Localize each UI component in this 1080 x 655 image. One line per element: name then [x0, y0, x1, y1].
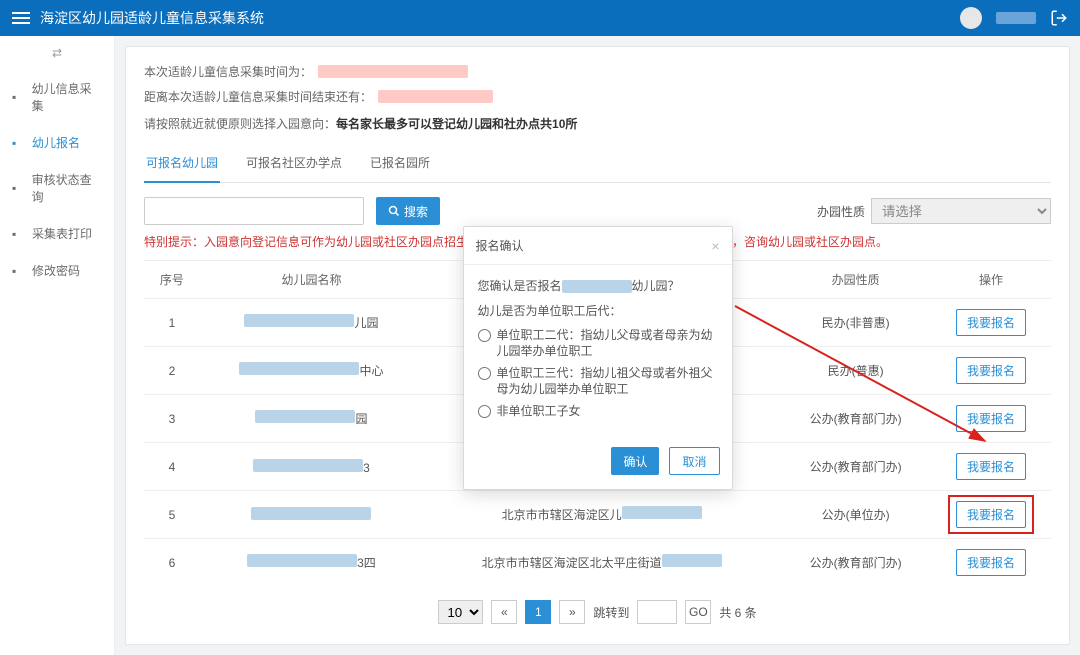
modal-confirm-question: 您确认是否报名幼儿园？	[478, 277, 718, 294]
pagination: 10 « 1 » 跳转到 GO 共 6 条	[144, 600, 1051, 624]
apply-button[interactable]: 我要报名	[956, 405, 1026, 432]
cell-nature: 公办(教育部门办)	[780, 539, 931, 587]
tabs: 可报名幼儿园可报名社区办学点已报名园所	[144, 144, 1051, 183]
search-button[interactable]: 搜索	[376, 197, 440, 225]
apply-button[interactable]: 我要报名	[956, 549, 1026, 576]
cell-nature: 公办(单位办)	[780, 491, 931, 539]
option-label: 非单位职工子女	[497, 403, 581, 419]
cell-seq: 6	[144, 539, 200, 587]
modal-option-0[interactable]: 单位职工二代：指幼儿父母或者母亲为幼儿园举办单位职工	[478, 327, 718, 359]
modal-option-1[interactable]: 单位职工三代：指幼儿祖父母或者外祖父母为幼儿园举办单位职工	[478, 365, 718, 397]
radio-input[interactable]	[478, 367, 491, 380]
apply-button[interactable]: 我要报名	[956, 357, 1026, 384]
cell-name: 中心	[200, 347, 423, 395]
sidebar-icon: ▪	[12, 264, 26, 278]
current-page[interactable]: 1	[525, 600, 551, 624]
sidebar-item-label: 修改密码	[32, 262, 80, 279]
go-button[interactable]: GO	[685, 600, 711, 624]
cell-address: 北京市市辖区海淀区北太平庄街道	[423, 539, 780, 587]
sidebar-item-label: 审核状态查询	[32, 171, 102, 205]
sidebar: ⇄ ▪ 幼儿信息采集 ▪ 幼儿报名 ▪ 审核状态查询 ▪ 采集表打印 ▪ 修改密码	[0, 36, 115, 655]
apply-button[interactable]: 我要报名	[956, 309, 1026, 336]
sidebar-item-label: 幼儿报名	[32, 134, 80, 151]
prev-page-button[interactable]: «	[491, 600, 517, 624]
sidebar-item-2[interactable]: ▪ 审核状态查询	[0, 161, 114, 215]
tab-1[interactable]: 可报名社区办学点	[244, 144, 344, 182]
confirm-button[interactable]: 确认	[611, 447, 659, 475]
cell-seq: 3	[144, 395, 200, 443]
cell-name: 园	[200, 395, 423, 443]
rule-line: 请按照就近就便原则选择入园意向：每名家长最多可以登记幼儿园和社办点共10所	[144, 109, 1051, 138]
confirm-modal: 报名确认 × 您确认是否报名幼儿园？ 幼儿是否为单位职工后代： 单位职工二代：指…	[463, 226, 733, 490]
username-redacted	[996, 12, 1036, 24]
jump-label: 跳转到	[593, 604, 629, 621]
tab-2[interactable]: 已报名园所	[368, 144, 432, 182]
modal-sub-question: 幼儿是否为单位职工后代：	[478, 302, 718, 319]
cell-name: 3四	[200, 539, 423, 587]
modal-option-2[interactable]: 非单位职工子女	[478, 403, 718, 419]
cell-seq: 4	[144, 443, 200, 491]
option-label: 单位职工三代：指幼儿祖父母或者外祖父母为幼儿园举办单位职工	[497, 365, 718, 397]
table-row: 5 北京市市辖区海淀区儿公办(单位办) 我要报名	[144, 491, 1051, 539]
filter-label: 办园性质	[817, 203, 865, 220]
next-page-button[interactable]: »	[559, 600, 585, 624]
nature-select[interactable]: 请选择	[871, 198, 1051, 224]
jump-input[interactable]	[637, 600, 677, 624]
cell-seq: 2	[144, 347, 200, 395]
cell-nature: 民办(普惠)	[780, 347, 931, 395]
sidebar-item-label: 幼儿信息采集	[32, 80, 102, 114]
total-count: 共 6 条	[719, 604, 756, 621]
cell-address: 北京市市辖区海淀区儿	[423, 491, 780, 539]
sidebar-icon: ▪	[12, 136, 26, 150]
cancel-button[interactable]: 取消	[669, 447, 719, 475]
tab-0[interactable]: 可报名幼儿园	[144, 144, 220, 183]
cell-seq: 1	[144, 299, 200, 347]
sidebar-icon: ▪	[12, 227, 26, 241]
table-row: 63四北京市市辖区海淀区北太平庄街道公办(教育部门办) 我要报名	[144, 539, 1051, 587]
cell-seq: 5	[144, 491, 200, 539]
sidebar-icon: ▪	[12, 181, 26, 195]
col-header: 办园性质	[780, 261, 931, 299]
col-header: 操作	[931, 261, 1051, 299]
apply-button[interactable]: 我要报名	[956, 453, 1026, 480]
option-label: 单位职工二代：指幼儿父母或者母亲为幼儿园举办单位职工	[497, 327, 718, 359]
cell-nature: 民办(非普惠)	[780, 299, 931, 347]
sidebar-item-4[interactable]: ▪ 修改密码	[0, 252, 114, 289]
top-bar: 海淀区幼儿园适龄儿童信息采集系统	[0, 0, 1080, 36]
cell-name: 3	[200, 443, 423, 491]
page-size-select[interactable]: 10	[438, 600, 483, 624]
modal-title: 报名确认	[476, 237, 524, 254]
close-icon[interactable]: ×	[711, 238, 719, 254]
radio-input[interactable]	[478, 329, 491, 342]
col-header: 幼儿园名称	[200, 261, 423, 299]
app-title: 海淀区幼儿园适龄儿童信息采集系统	[40, 8, 264, 28]
collect-time-line: 本次适龄儿童信息采集时间为：	[144, 59, 1051, 84]
apply-button[interactable]: 我要报名	[956, 501, 1026, 528]
sidebar-item-1[interactable]: ▪ 幼儿报名	[0, 124, 114, 161]
cell-name: 儿园	[200, 299, 423, 347]
sidebar-icon: ▪	[12, 90, 26, 104]
sidebar-item-3[interactable]: ▪ 采集表打印	[0, 215, 114, 252]
col-header: 序号	[144, 261, 200, 299]
radio-input[interactable]	[478, 405, 491, 418]
logout-icon[interactable]	[1050, 9, 1068, 27]
main-content: 本次适龄儿童信息采集时间为： 距离本次适龄儿童信息采集时间结束还有： 请按照就近…	[115, 36, 1080, 655]
cell-nature: 公办(教育部门办)	[780, 395, 931, 443]
countdown-line: 距离本次适龄儿童信息采集时间结束还有：	[144, 84, 1051, 109]
collapse-icon[interactable]: ⇄	[0, 36, 114, 70]
sidebar-item-0[interactable]: ▪ 幼儿信息采集	[0, 70, 114, 124]
cell-name	[200, 491, 423, 539]
sidebar-item-label: 采集表打印	[32, 225, 92, 242]
cell-nature: 公办(教育部门办)	[780, 443, 931, 491]
search-input[interactable]	[144, 197, 364, 225]
avatar[interactable]	[960, 7, 982, 29]
menu-icon[interactable]	[12, 9, 30, 27]
